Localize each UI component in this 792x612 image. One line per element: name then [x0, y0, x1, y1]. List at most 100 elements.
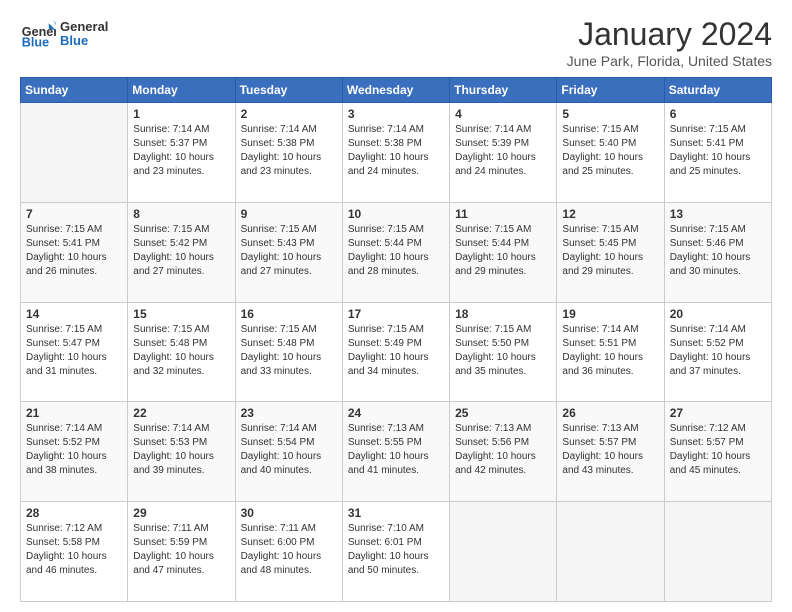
calendar-header-wednesday: Wednesday: [342, 78, 449, 103]
calendar-cell: [557, 502, 664, 602]
calendar-cell: 22 Sunrise: 7:14 AMSunset: 5:53 PMDayligh…: [128, 402, 235, 502]
day-number: 11: [455, 207, 551, 221]
day-number: 13: [670, 207, 766, 221]
day-detail: Sunrise: 7:13 AMSunset: 5:57 PMDaylight:…: [562, 422, 658, 478]
calendar-header-sunday: Sunday: [21, 78, 128, 103]
day-detail: Sunrise: 7:13 AMSunset: 5:55 PMDaylight:…: [348, 422, 444, 478]
calendar-table: SundayMondayTuesdayWednesdayThursdayFrid…: [20, 77, 772, 602]
calendar-cell: 5 Sunrise: 7:15 AMSunset: 5:40 PMDaylight…: [557, 103, 664, 203]
calendar-cell: 16Sunrise: 7:15 AMSunset: 5:48 PMDayligh…: [235, 302, 342, 402]
day-number: 18: [455, 307, 551, 321]
day-number: 3: [348, 107, 444, 121]
calendar-cell: 19 Sunrise: 7:14 AMSunset: 5:51 PMDayligh…: [557, 302, 664, 402]
day-number: 20: [670, 307, 766, 321]
location: June Park, Florida, United States: [567, 53, 772, 69]
day-number: 21: [26, 406, 122, 420]
day-number: 22: [133, 406, 229, 420]
calendar-cell: 24 Sunrise: 7:13 AMSunset: 5:55 PMDayligh…: [342, 402, 449, 502]
day-detail: Sunrise: 7:15 AMSunset: 5:43 PMDaylight:…: [241, 223, 337, 279]
day-number: 31: [348, 506, 444, 520]
day-detail: Sunrise: 7:12 AMSunset: 5:57 PMDaylight:…: [670, 422, 766, 478]
calendar-cell: 13 Sunrise: 7:15 AMSunset: 5:46 PMDayligh…: [664, 202, 771, 302]
calendar-cell: 8Sunrise: 7:15 AMSunset: 5:42 PMDaylight…: [128, 202, 235, 302]
day-number: 9: [241, 207, 337, 221]
calendar-cell: 28Sunrise: 7:12 AMSunset: 5:58 PMDayligh…: [21, 502, 128, 602]
calendar-header-tuesday: Tuesday: [235, 78, 342, 103]
day-number: 17: [348, 307, 444, 321]
svg-text:Blue: Blue: [22, 36, 49, 50]
day-number: 5: [562, 107, 658, 121]
day-number: 16: [241, 307, 337, 321]
calendar-header-monday: Monday: [128, 78, 235, 103]
day-detail: Sunrise: 7:14 AMSunset: 5:51 PMDaylight:…: [562, 323, 658, 379]
day-detail: Sunrise: 7:15 AMSunset: 5:47 PMDaylight:…: [26, 323, 122, 379]
day-detail: Sunrise: 7:15 AMSunset: 5:46 PMDaylight:…: [670, 223, 766, 279]
day-number: 25: [455, 406, 551, 420]
title-block: January 2024 June Park, Florida, United …: [567, 16, 772, 69]
calendar-header-friday: Friday: [557, 78, 664, 103]
day-detail: Sunrise: 7:14 AMSunset: 5:52 PMDaylight:…: [26, 422, 122, 478]
calendar-cell: 21 Sunrise: 7:14 AMSunset: 5:52 PMDayligh…: [21, 402, 128, 502]
calendar-week-row: 1 Sunrise: 7:14 AMSunset: 5:37 PMDaylight…: [21, 103, 772, 203]
calendar-cell: 12Sunrise: 7:15 AMSunset: 5:45 PMDayligh…: [557, 202, 664, 302]
day-number: 15: [133, 307, 229, 321]
calendar-cell: 15 Sunrise: 7:15 AMSunset: 5:48 PMDayligh…: [128, 302, 235, 402]
day-detail: Sunrise: 7:11 AMSunset: 5:59 PMDaylight:…: [133, 522, 229, 578]
day-number: 14: [26, 307, 122, 321]
day-number: 1: [133, 107, 229, 121]
day-detail: Sunrise: 7:15 AMSunset: 5:41 PMDaylight:…: [26, 223, 122, 279]
calendar-week-row: 7 Sunrise: 7:15 AMSunset: 5:41 PMDaylight…: [21, 202, 772, 302]
logo-general: General: [60, 20, 108, 34]
day-number: 7: [26, 207, 122, 221]
calendar-cell: 25 Sunrise: 7:13 AMSunset: 5:56 PMDayligh…: [450, 402, 557, 502]
calendar-cell: 4Sunrise: 7:14 AMSunset: 5:39 PMDaylight…: [450, 103, 557, 203]
calendar-cell: 29 Sunrise: 7:11 AMSunset: 5:59 PMDayligh…: [128, 502, 235, 602]
day-detail: Sunrise: 7:15 AMSunset: 5:41 PMDaylight:…: [670, 123, 766, 179]
day-detail: Sunrise: 7:15 AMSunset: 5:50 PMDaylight:…: [455, 323, 551, 379]
day-detail: Sunrise: 7:13 AMSunset: 5:56 PMDaylight:…: [455, 422, 551, 478]
day-number: 10: [348, 207, 444, 221]
day-number: 24: [348, 406, 444, 420]
day-number: 26: [562, 406, 658, 420]
calendar-cell: 3 Sunrise: 7:14 AMSunset: 5:38 PMDaylight…: [342, 103, 449, 203]
calendar-cell: 17 Sunrise: 7:15 AMSunset: 5:49 PMDayligh…: [342, 302, 449, 402]
calendar-header-saturday: Saturday: [664, 78, 771, 103]
calendar-cell: [21, 103, 128, 203]
calendar-cell: 18 Sunrise: 7:15 AMSunset: 5:50 PMDayligh…: [450, 302, 557, 402]
day-detail: Sunrise: 7:15 AMSunset: 5:45 PMDaylight:…: [562, 223, 658, 279]
day-number: 8: [133, 207, 229, 221]
logo: General Blue General Blue: [20, 16, 108, 52]
calendar-cell: 20Sunrise: 7:14 AMSunset: 5:52 PMDayligh…: [664, 302, 771, 402]
calendar-cell: 27 Sunrise: 7:12 AMSunset: 5:57 PMDayligh…: [664, 402, 771, 502]
header: General Blue General Blue January 2024 J…: [20, 16, 772, 69]
day-detail: Sunrise: 7:15 AMSunset: 5:44 PMDaylight:…: [455, 223, 551, 279]
day-number: 29: [133, 506, 229, 520]
day-detail: Sunrise: 7:10 AMSunset: 6:01 PMDaylight:…: [348, 522, 444, 578]
calendar-header-thursday: Thursday: [450, 78, 557, 103]
day-number: 27: [670, 406, 766, 420]
calendar-cell: 30Sunrise: 7:11 AMSunset: 6:00 PMDayligh…: [235, 502, 342, 602]
day-detail: Sunrise: 7:15 AMSunset: 5:49 PMDaylight:…: [348, 323, 444, 379]
day-detail: Sunrise: 7:12 AMSunset: 5:58 PMDaylight:…: [26, 522, 122, 578]
calendar-cell: 14 Sunrise: 7:15 AMSunset: 5:47 PMDayligh…: [21, 302, 128, 402]
day-detail: Sunrise: 7:14 AMSunset: 5:38 PMDaylight:…: [348, 123, 444, 179]
page: General Blue General Blue January 2024 J…: [0, 0, 792, 612]
logo-blue: Blue: [60, 34, 108, 48]
day-detail: Sunrise: 7:14 AMSunset: 5:53 PMDaylight:…: [133, 422, 229, 478]
day-detail: Sunrise: 7:14 AMSunset: 5:38 PMDaylight:…: [241, 123, 337, 179]
calendar-cell: 6Sunrise: 7:15 AMSunset: 5:41 PMDaylight…: [664, 103, 771, 203]
calendar-cell: 1 Sunrise: 7:14 AMSunset: 5:37 PMDaylight…: [128, 103, 235, 203]
day-number: 19: [562, 307, 658, 321]
calendar-cell: 11 Sunrise: 7:15 AMSunset: 5:44 PMDayligh…: [450, 202, 557, 302]
calendar-cell: 26 Sunrise: 7:13 AMSunset: 5:57 PMDayligh…: [557, 402, 664, 502]
calendar-cell: 2 Sunrise: 7:14 AMSunset: 5:38 PMDaylight…: [235, 103, 342, 203]
day-detail: Sunrise: 7:14 AMSunset: 5:37 PMDaylight:…: [133, 123, 229, 179]
calendar-cell: 7 Sunrise: 7:15 AMSunset: 5:41 PMDaylight…: [21, 202, 128, 302]
calendar-header-row: SundayMondayTuesdayWednesdayThursdayFrid…: [21, 78, 772, 103]
calendar-cell: 9 Sunrise: 7:15 AMSunset: 5:43 PMDaylight…: [235, 202, 342, 302]
day-number: 2: [241, 107, 337, 121]
day-detail: Sunrise: 7:15 AMSunset: 5:48 PMDaylight:…: [133, 323, 229, 379]
day-detail: Sunrise: 7:15 AMSunset: 5:40 PMDaylight:…: [562, 123, 658, 179]
calendar-week-row: 28Sunrise: 7:12 AMSunset: 5:58 PMDayligh…: [21, 502, 772, 602]
day-number: 23: [241, 406, 337, 420]
